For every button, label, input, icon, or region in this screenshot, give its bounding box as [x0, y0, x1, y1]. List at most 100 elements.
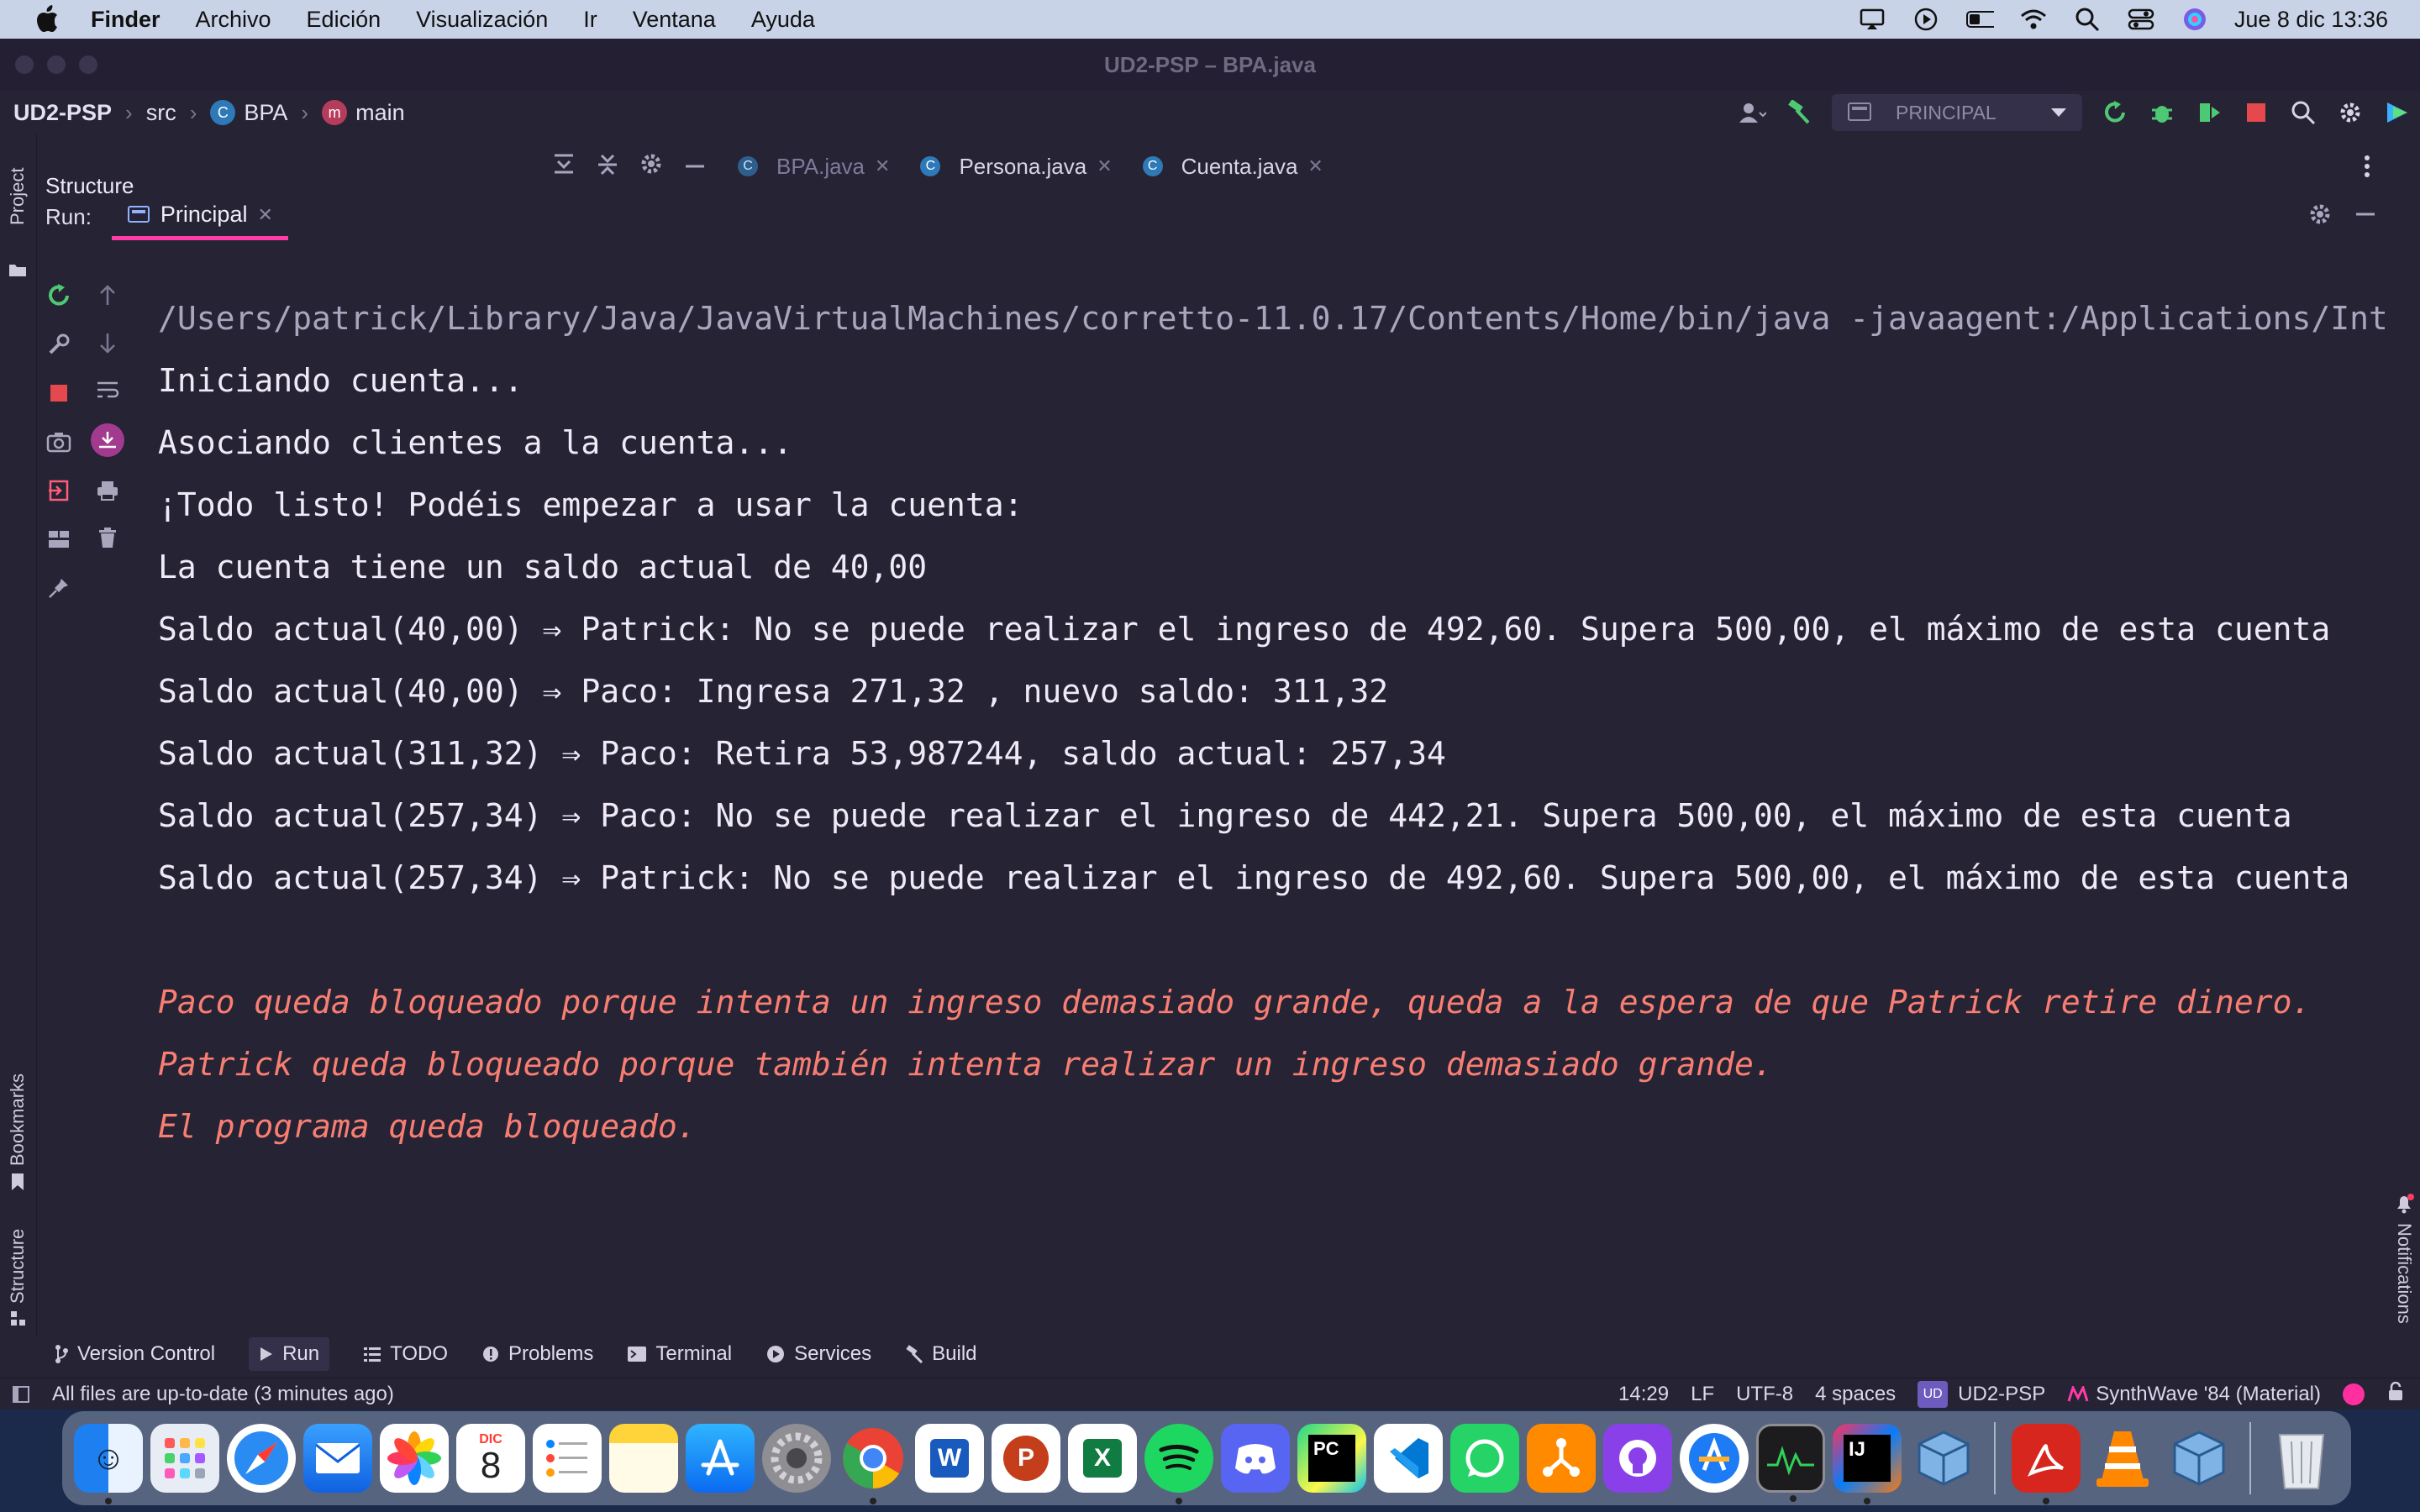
- user-account-icon[interactable]: [1738, 98, 1766, 127]
- tool-services[interactable]: Services: [765, 1342, 871, 1366]
- run-configuration-select[interactable]: PRINCIPAL: [1832, 94, 2082, 131]
- tool-terminal[interactable]: Terminal: [627, 1342, 732, 1366]
- battery-icon[interactable]: [1965, 5, 1994, 34]
- exit-icon[interactable]: [45, 477, 72, 504]
- debug-bug-icon[interactable]: [2148, 98, 2176, 127]
- tab-persona-java[interactable]: C Persona.java ✕: [920, 154, 1113, 180]
- breadcrumb-project[interactable]: UD2-PSP: [13, 100, 112, 126]
- menu-app-finder[interactable]: Finder: [91, 7, 160, 33]
- virtualbox-2-icon[interactable]: [2165, 1424, 2233, 1493]
- caret-position[interactable]: 14:29: [1618, 1383, 1669, 1406]
- build-hammer-icon[interactable]: [1785, 98, 1813, 127]
- lock-icon[interactable]: [2386, 1381, 2405, 1408]
- close-tab-icon[interactable]: ✕: [875, 155, 890, 177]
- launchpad-icon[interactable]: [150, 1424, 219, 1493]
- siri-icon[interactable]: [2181, 5, 2209, 34]
- menu-archivo[interactable]: Archivo: [196, 7, 271, 33]
- tool-todo[interactable]: TODO: [363, 1342, 448, 1366]
- notes-icon[interactable]: [609, 1424, 678, 1493]
- github-desktop-icon[interactable]: [1603, 1424, 1672, 1493]
- notifications-tool-button[interactable]: Notifications: [2393, 1223, 2415, 1324]
- xcode-tools-icon[interactable]: [1680, 1424, 1749, 1493]
- safari-icon[interactable]: [227, 1424, 296, 1493]
- menu-ir[interactable]: Ir: [583, 7, 597, 33]
- word-icon[interactable]: W: [915, 1424, 984, 1493]
- project-widget[interactable]: UD UD2-PSP: [1918, 1381, 2045, 1408]
- close-tab-icon[interactable]: ✕: [1097, 155, 1112, 177]
- bookmarks-tool-button[interactable]: Bookmarks: [7, 1074, 29, 1166]
- pin-icon[interactable]: [45, 575, 72, 601]
- acrobat-icon[interactable]: [2012, 1424, 2081, 1504]
- vscode-icon[interactable]: [1374, 1424, 1443, 1493]
- breadcrumb-class[interactable]: C BPA: [210, 100, 287, 126]
- finder-icon[interactable]: ☺: [74, 1424, 143, 1504]
- powerpoint-icon[interactable]: P: [992, 1424, 1060, 1493]
- run-tab-principal[interactable]: Principal ✕: [111, 193, 288, 240]
- whatsapp-icon[interactable]: [1450, 1424, 1519, 1493]
- breadcrumb-src[interactable]: src: [146, 100, 176, 126]
- tool-problems[interactable]: Problems: [481, 1342, 593, 1366]
- mail-icon[interactable]: [303, 1424, 372, 1493]
- layout-icon[interactable]: [45, 526, 72, 553]
- sourcetree-icon[interactable]: [1527, 1424, 1596, 1493]
- arrow-down-icon[interactable]: [94, 329, 121, 356]
- print-icon[interactable]: [94, 477, 121, 504]
- spotify-icon[interactable]: [1144, 1424, 1213, 1504]
- indent-setting[interactable]: 4 spaces: [1815, 1383, 1896, 1406]
- menubar-clock[interactable]: Jue 8 dic 13:36: [2234, 7, 2388, 33]
- menu-visualizacion[interactable]: Visualización: [416, 7, 548, 33]
- hide-run-panel-icon[interactable]: [2353, 202, 2378, 231]
- tool-version-control[interactable]: Version Control: [54, 1342, 215, 1366]
- wrench-icon[interactable]: [45, 331, 72, 358]
- theme-widget[interactable]: SynthWave '84 (Material): [2067, 1383, 2321, 1406]
- close-tab-icon[interactable]: ✕: [1307, 155, 1323, 177]
- system-preferences-icon[interactable]: [762, 1424, 831, 1493]
- search-icon[interactable]: [2289, 98, 2317, 127]
- menu-ventana[interactable]: Ventana: [633, 7, 716, 33]
- more-options-icon[interactable]: [2363, 155, 2371, 182]
- close-tab-icon[interactable]: ✕: [257, 204, 272, 226]
- settings-gear-icon[interactable]: [2336, 98, 2365, 127]
- zoom-window-button[interactable]: [79, 55, 97, 74]
- structure-tool-button[interactable]: Structure: [7, 1229, 29, 1304]
- stop-icon[interactable]: [2242, 98, 2270, 127]
- status-message[interactable]: All files are up-to-date (3 minutes ago): [52, 1383, 394, 1406]
- toggle-tool-windows-icon[interactable]: [12, 1385, 30, 1410]
- line-separator[interactable]: LF: [1691, 1383, 1714, 1406]
- tool-build[interactable]: Build: [905, 1342, 977, 1366]
- trash-clear-icon[interactable]: [94, 524, 121, 551]
- spotlight-search-icon[interactable]: [2073, 5, 2102, 34]
- tab-cuenta-java[interactable]: C Cuenta.java ✕: [1142, 154, 1323, 180]
- reminders-icon[interactable]: [533, 1424, 602, 1493]
- arrow-up-icon[interactable]: [94, 282, 121, 309]
- app-store-icon[interactable]: [686, 1424, 755, 1493]
- virtualbox-icon[interactable]: [1909, 1424, 1978, 1493]
- tool-run[interactable]: Run: [249, 1337, 330, 1371]
- rerun-icon[interactable]: [45, 282, 72, 309]
- run-settings-gear-icon[interactable]: [2307, 202, 2333, 231]
- excel-icon[interactable]: X: [1068, 1424, 1137, 1493]
- calendar-icon[interactable]: DIC 8: [456, 1424, 525, 1493]
- rerun-icon[interactable]: [2101, 98, 2129, 127]
- pycharm-icon[interactable]: PC: [1297, 1424, 1366, 1493]
- wifi-icon[interactable]: [2019, 5, 2048, 34]
- photos-icon[interactable]: [380, 1424, 449, 1493]
- scroll-to-end-icon[interactable]: [91, 423, 124, 457]
- breadcrumb-method[interactable]: m main: [322, 100, 405, 126]
- expand-all-icon[interactable]: [595, 151, 620, 181]
- close-window-button[interactable]: [15, 55, 34, 74]
- control-center-icon[interactable]: [2127, 5, 2155, 34]
- file-encoding[interactable]: UTF-8: [1736, 1383, 1793, 1406]
- project-tool-button[interactable]: Project: [7, 168, 29, 225]
- hide-panel-icon[interactable]: [682, 151, 708, 181]
- screen-mirroring-icon[interactable]: [1858, 5, 1886, 34]
- tab-bpa-java[interactable]: C BPA.java ✕: [738, 154, 890, 180]
- activity-monitor-icon[interactable]: [1756, 1424, 1825, 1502]
- run-with-coverage-icon[interactable]: [2195, 98, 2223, 127]
- notifications-bell-icon[interactable]: [2393, 1193, 2415, 1219]
- menu-edicion[interactable]: Edición: [307, 7, 381, 33]
- menu-ayuda[interactable]: Ayuda: [751, 7, 815, 33]
- theme-indicator-dot[interactable]: [2343, 1383, 2365, 1405]
- ide-logo-icon[interactable]: [2383, 98, 2412, 127]
- soft-wrap-icon[interactable]: [94, 376, 121, 403]
